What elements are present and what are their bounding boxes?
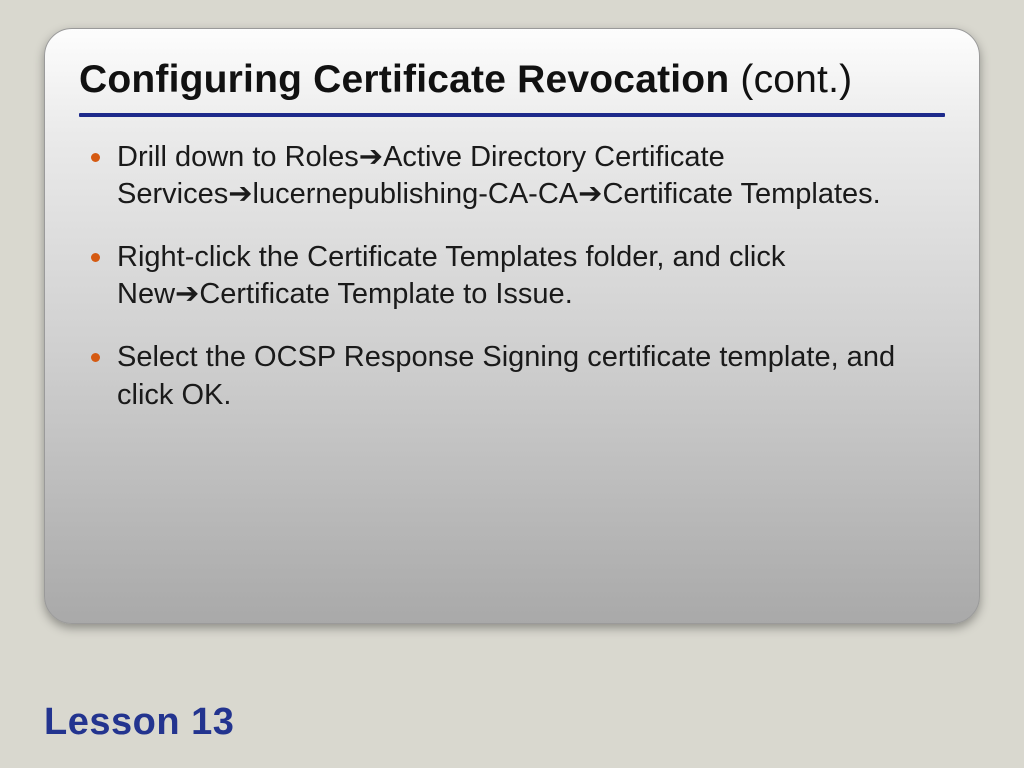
title-main: Configuring Certificate Revocation [79,58,729,101]
arrow-icon: ➔ [228,178,252,210]
list-item: Select the OCSP Response Signing certifi… [87,339,945,413]
lesson-label: Lesson 13 [44,701,234,744]
list-item: Right-click the Certificate Templates fo… [87,239,945,313]
arrow-icon: ➔ [578,178,602,210]
slide-title: Configuring Certificate Revocation (cont… [79,57,945,103]
title-underline [79,113,945,117]
arrow-icon: ➔ [175,278,199,310]
title-suffix: (cont.) [729,58,852,101]
bullet-list: Drill down to Roles➔Active Directory Cer… [79,139,945,414]
list-item: Drill down to Roles➔Active Directory Cer… [87,139,945,213]
slide-card: Configuring Certificate Revocation (cont… [44,28,980,624]
arrow-icon: ➔ [359,141,383,173]
